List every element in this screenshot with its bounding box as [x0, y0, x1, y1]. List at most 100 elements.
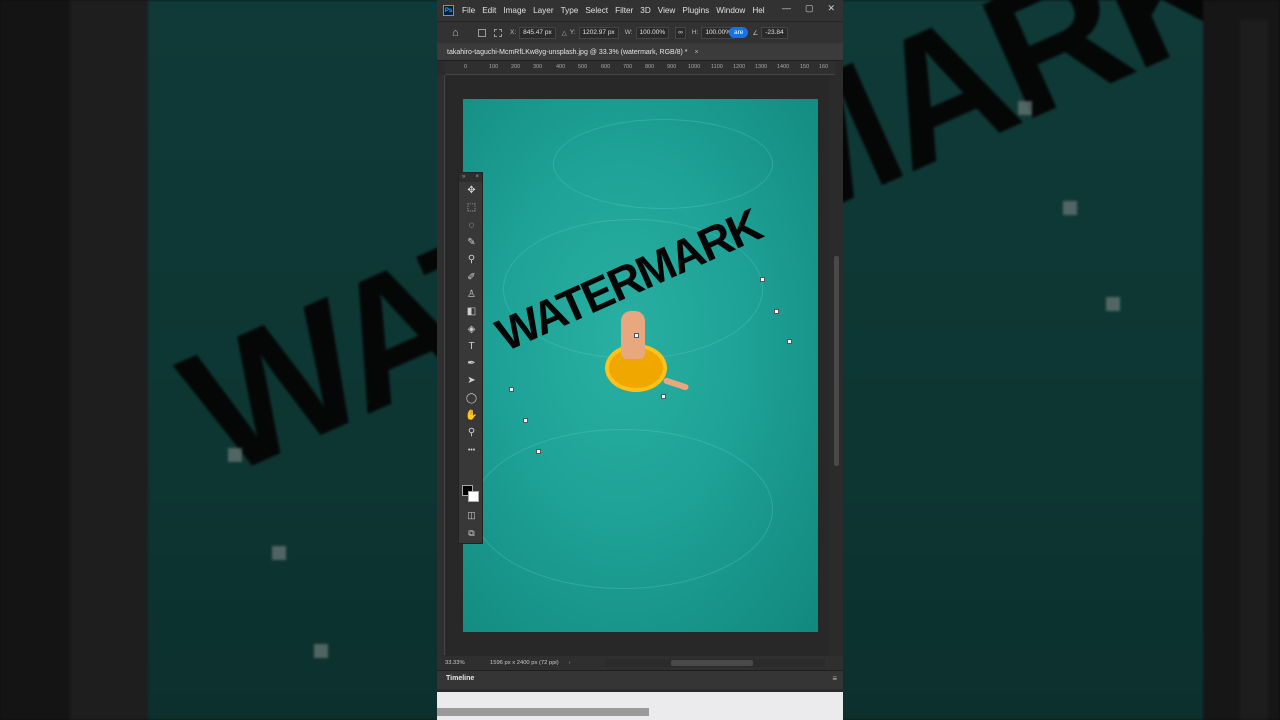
ruler-tick: 700 — [623, 64, 633, 70]
menu-filter[interactable]: Filter — [615, 6, 633, 15]
marquee-tool-icon[interactable]: ⬚ — [459, 199, 484, 216]
menu-3d[interactable]: 3D — [640, 6, 650, 15]
toolbox-header[interactable]: » × — [459, 173, 482, 182]
bg-transform-handle — [272, 546, 286, 560]
zoom-tool-icon[interactable]: ⚲ — [459, 424, 484, 441]
ruler-tick: 1000 — [688, 64, 701, 70]
ruler-tick: 1300 — [755, 64, 768, 70]
toolbox-collapse-icon[interactable]: » — [462, 173, 465, 182]
water-ripple — [553, 119, 773, 209]
home-icon[interactable]: ⌂ — [452, 27, 464, 39]
transform-handle[interactable] — [536, 449, 541, 454]
brush-tool-icon[interactable]: ✐ — [459, 268, 484, 285]
vertical-scroll-thumb[interactable] — [834, 256, 839, 466]
timeline-panel: Timeline ≡ — [437, 670, 843, 689]
ruler-tick: 900 — [667, 64, 677, 70]
lasso-tool-icon[interactable]: ◌ — [459, 217, 484, 234]
minimize-icon[interactable]: — — [782, 3, 791, 14]
zoom-level[interactable]: 33.33% — [445, 660, 485, 666]
reference-point-icon[interactable] — [478, 28, 486, 37]
bg-right-scroll — [1240, 20, 1268, 720]
ruler-tick: 100 — [489, 64, 499, 70]
screen-mode-icon[interactable]: ⧉ — [459, 525, 484, 541]
delta-icon[interactable]: △ — [562, 29, 567, 37]
pen-tool-icon[interactable]: ✒ — [459, 355, 484, 372]
w-field[interactable]: 100.00% — [635, 26, 670, 39]
link-icon[interactable]: ∞ — [675, 26, 686, 39]
ruler-tick: 500 — [578, 64, 588, 70]
stamp-tool-icon[interactable]: ♙ — [459, 286, 484, 303]
document-tab[interactable]: takahiro-taguchi-McmRfLKw8yg-unsplash.jp… — [443, 45, 703, 61]
maximize-icon[interactable]: ▢ — [805, 3, 814, 14]
horizontal-scrollbar[interactable] — [605, 659, 825, 667]
water-ripple — [473, 429, 773, 589]
toolbox-close-icon[interactable]: × — [475, 173, 479, 182]
reference-grid-icon[interactable] — [494, 28, 502, 37]
bg-transform-handle — [1063, 201, 1077, 215]
document-dimensions: 1596 px x 2400 px (72 ppi) — [490, 660, 559, 666]
more-tools-icon[interactable]: ••• — [459, 441, 484, 458]
h-label: H: — [691, 29, 699, 36]
close-icon[interactable]: ✕ — [827, 3, 835, 14]
path-select-tool-icon[interactable]: ➤ — [459, 372, 484, 389]
menu-image[interactable]: Image — [503, 6, 526, 15]
y-field[interactable]: 1202.97 px — [578, 26, 619, 39]
panel-menu-icon[interactable]: ≡ — [832, 674, 837, 683]
ruler-vertical — [437, 75, 445, 655]
canvas-workspace[interactable] — [446, 76, 830, 656]
transform-handle[interactable] — [523, 418, 528, 423]
ruler-tick: 0 — [464, 64, 468, 70]
bg-left-edge — [0, 0, 70, 720]
menu-select[interactable]: Select — [585, 6, 608, 15]
ruler-horizontal: 0 100 200 300 400 500 600 700 800 900 10… — [445, 62, 835, 75]
photo-canvas[interactable] — [463, 99, 818, 632]
status-arrow-icon[interactable]: › — [569, 660, 571, 666]
transform-handle[interactable] — [787, 339, 792, 344]
move-tool-icon[interactable]: ✥ — [459, 182, 484, 199]
swimmer-arm — [662, 377, 690, 391]
menu-type[interactable]: Type — [561, 6, 579, 15]
eraser-tool-icon[interactable]: ◧ — [459, 303, 484, 320]
toolbox-panel: » × ✥ ⬚ ◌ ✎ ⚲ ✐ ♙ ◧ ◈ T ✒ ➤ ◯ ✋ ⚲ ••• ◫ … — [458, 172, 483, 544]
hand-tool-icon[interactable]: ✋ — [459, 407, 484, 424]
angle-icon: ∠ — [752, 29, 759, 37]
menu-bar: Ps File Edit Image Layer Type Select Fil… — [437, 0, 843, 21]
menu-plugins[interactable]: Plugins — [682, 6, 709, 15]
type-tool-icon[interactable]: T — [459, 338, 484, 355]
transform-handle[interactable] — [509, 387, 514, 392]
progress-overlay-bar — [437, 708, 649, 716]
transform-handle[interactable] — [634, 333, 639, 338]
quick-mask-icon[interactable]: ◫ — [459, 507, 484, 523]
transform-handle[interactable] — [774, 309, 779, 314]
bg-transform-handle — [1106, 297, 1120, 311]
ruler-tick: 160 — [819, 64, 829, 70]
ruler-tick: 400 — [556, 64, 566, 70]
bg-transform-handle — [314, 644, 328, 658]
transform-handle[interactable] — [661, 394, 666, 399]
transform-handle[interactable] — [760, 277, 765, 282]
x-field[interactable]: 845.47 px — [519, 26, 556, 39]
gradient-tool-icon[interactable]: ◈ — [459, 320, 484, 337]
menu-edit[interactable]: Edit — [482, 6, 496, 15]
x-label: X: — [510, 29, 517, 36]
ellipse-tool-icon[interactable]: ◯ — [459, 390, 484, 407]
quick-select-tool-icon[interactable]: ✎ — [459, 234, 484, 251]
timeline-tab[interactable]: Timeline — [446, 675, 474, 682]
horizontal-scroll-thumb[interactable] — [671, 660, 753, 666]
menu-window[interactable]: Window — [716, 6, 745, 15]
background-color-swatch[interactable] — [468, 491, 479, 502]
bg-toolbar-zoom: ✎ ⚲ ✐ ♙ ◧ ◈ T ✒ ➤ ◯ ✋ ⚲ ••• — [70, 0, 203, 720]
menu-file[interactable]: File — [462, 6, 475, 15]
vertical-scrollbar[interactable] — [830, 76, 843, 656]
eyedropper-tool-icon[interactable]: ⚲ — [459, 251, 484, 268]
ruler-tick: 300 — [533, 64, 543, 70]
document-tab-bar: takahiro-taguchi-McmRfLKw8yg-unsplash.jp… — [437, 43, 843, 61]
menu-view[interactable]: View — [658, 6, 676, 15]
tab-close-icon[interactable]: × — [694, 49, 698, 56]
tooltip-highlight: are — [729, 27, 749, 38]
bg-transform-handle — [1018, 101, 1032, 115]
angle-field[interactable]: -23.84 — [761, 26, 788, 39]
ruler-tick: 1400 — [777, 64, 790, 70]
menu-layer[interactable]: Layer — [533, 6, 553, 15]
menu-help[interactable]: Hel — [752, 6, 764, 15]
